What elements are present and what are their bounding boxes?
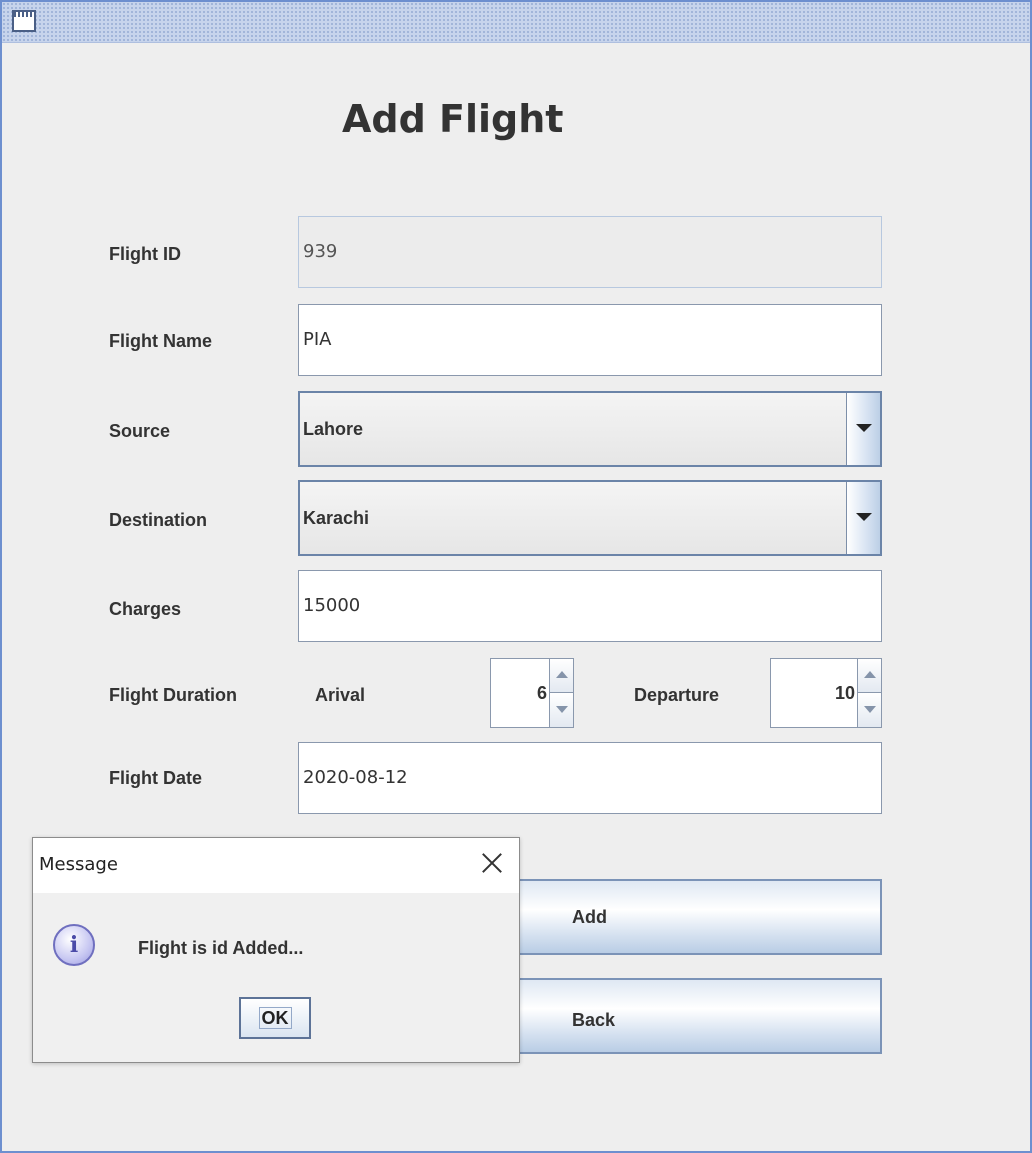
ok-button[interactable]: OK (239, 997, 311, 1039)
charges-field[interactable]: 15000 (298, 570, 882, 642)
destination-selected-value: Karachi (303, 508, 370, 528)
spinner-up-icon[interactable] (857, 659, 881, 693)
add-button-label: Add (572, 907, 607, 927)
spinner-down-icon[interactable] (857, 693, 881, 727)
destination-combo[interactable]: Karachi (298, 480, 882, 556)
flight-id-field: 939 (298, 216, 882, 288)
message-dialog: Message i Flight is id Added... OK (32, 837, 520, 1063)
destination-label: Destination (109, 510, 208, 530)
flight-duration-label: Flight Duration (109, 685, 237, 705)
flight-date-field[interactable]: 2020-08-12 (298, 742, 882, 814)
window-icon[interactable] (12, 10, 36, 32)
departure-value: 10 (834, 683, 855, 703)
flight-name-field[interactable]: PIA (298, 304, 882, 376)
flight-date-label: Flight Date (109, 768, 202, 788)
back-button-label: Back (572, 1010, 616, 1030)
title-bar[interactable] (2, 2, 1030, 43)
flight-name-label: Flight Name (109, 331, 213, 351)
chevron-down-icon[interactable] (846, 393, 880, 465)
close-icon[interactable] (479, 850, 505, 876)
arrival-value: 6 (536, 683, 547, 703)
arrival-spinner[interactable]: 6 (490, 658, 574, 728)
ok-button-label: OK (258, 1007, 292, 1029)
dialog-message: Flight is id Added... (138, 938, 304, 958)
departure-label: Departure (634, 685, 720, 705)
spinner-down-icon[interactable] (549, 693, 573, 727)
arrival-label: Arival (315, 685, 366, 705)
departure-spinner[interactable]: 10 (770, 658, 882, 728)
dialog-title: Message (39, 854, 118, 875)
source-selected-value: Lahore (303, 419, 364, 439)
page-title: Add Flight (342, 97, 564, 141)
dialog-title-bar[interactable]: Message (33, 838, 519, 893)
app-window: Add Flight Flight ID 939 Flight Name PIA… (0, 0, 1032, 1153)
chevron-down-icon[interactable] (846, 482, 880, 554)
charges-label: Charges (109, 599, 182, 619)
source-combo[interactable]: Lahore (298, 391, 882, 467)
spinner-up-icon[interactable] (549, 659, 573, 693)
info-icon: i (53, 924, 95, 966)
flight-id-label: Flight ID (109, 244, 181, 264)
source-label: Source (109, 421, 171, 441)
